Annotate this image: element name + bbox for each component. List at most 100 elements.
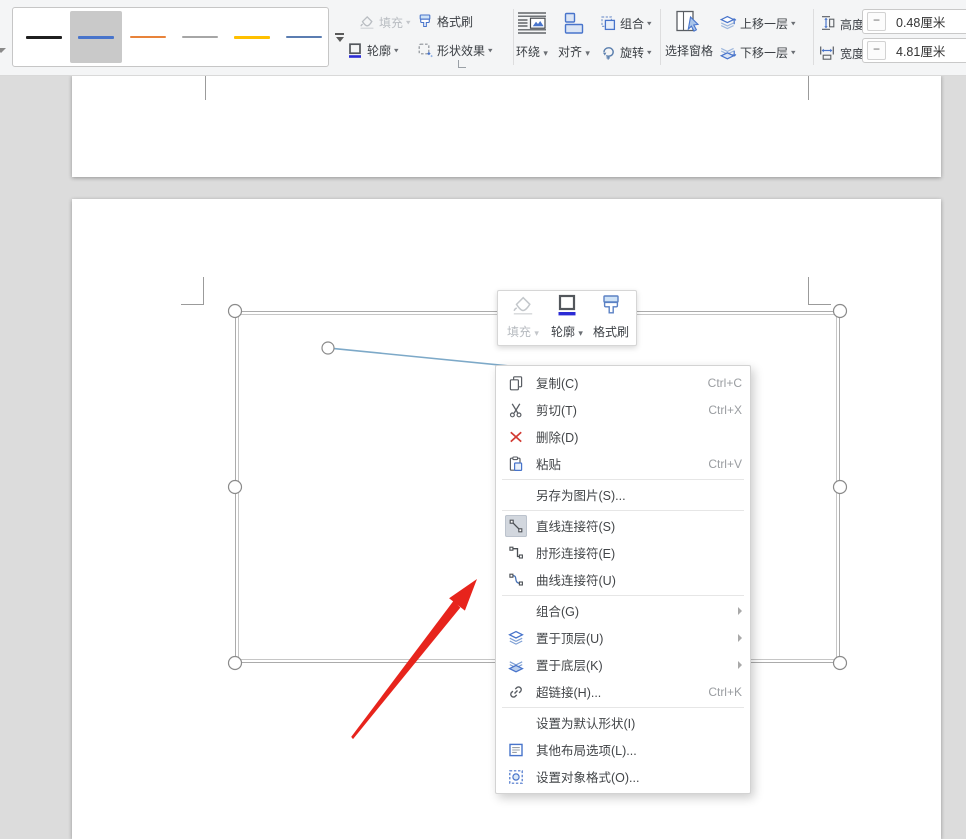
format-painter-icon	[598, 292, 624, 321]
send-to-back-icon	[505, 654, 527, 676]
line-style-steel[interactable]	[278, 11, 330, 63]
chevron-down-icon: ▾	[488, 46, 493, 55]
format-painter-icon	[416, 12, 434, 30]
menu-item-curved-connector[interactable]: 曲线连接符(U)	[496, 566, 750, 593]
cut-icon	[505, 399, 527, 421]
mini-outline-label: 轮廓	[551, 325, 575, 339]
wrap-button[interactable]: 环绕 ▾	[510, 10, 554, 60]
bring-forward-button[interactable]: 上移一层 ▾	[719, 14, 796, 32]
menu-item-label: 超链接(H)...	[536, 682, 696, 701]
menu-item-label: 置于底层(K)	[536, 655, 730, 674]
menu-item-label: 粘贴	[536, 454, 696, 473]
delete-icon	[505, 426, 527, 448]
margin-mark	[181, 304, 204, 305]
menu-item-label: 直线连接符(S)	[536, 516, 742, 535]
menu-item-hyperlink[interactable]: 超链接(H)...Ctrl+K	[496, 678, 750, 705]
dialog-launcher-icon[interactable]	[458, 60, 466, 68]
send-backward-label: 下移一层	[740, 44, 788, 61]
line-style-blue[interactable]	[70, 11, 122, 63]
submenu-arrow-icon	[738, 661, 742, 669]
width-value[interactable]: 4.81厘米	[896, 41, 945, 60]
mini-format-painter-button[interactable]: 格式刷	[589, 293, 633, 343]
menu-item-group[interactable]: 组合(G)	[496, 597, 750, 624]
chevron-down-icon: ▾	[406, 18, 411, 27]
ribbon-separator	[660, 9, 661, 65]
group-button[interactable]: 组合 ▾	[599, 14, 652, 32]
line-style-orange[interactable]	[122, 11, 174, 63]
menu-item-label: 组合(G)	[536, 601, 730, 620]
menu-item-more-layout-options[interactable]: 其他布局选项(L)...	[496, 736, 750, 763]
menu-item-copy[interactable]: 复制(C)Ctrl+C	[496, 369, 750, 396]
menu-icon-spacer	[505, 712, 527, 734]
mini-fill-button[interactable]: 填充 ▾	[501, 293, 545, 343]
rotate-button[interactable]: 旋转 ▾	[599, 43, 652, 61]
menu-separator	[502, 707, 744, 708]
menu-item-label: 另存为图片(S)...	[536, 485, 742, 504]
menu-item-format-object[interactable]: 设置对象格式(O)...	[496, 763, 750, 790]
menu-item-elbow-connector[interactable]: 肘形连接符(E)	[496, 539, 750, 566]
line-swatch-preview	[130, 36, 166, 38]
menu-item-bring-to-front[interactable]: 置于顶层(U)	[496, 624, 750, 651]
menu-item-set-default-shape[interactable]: 设置为默认形状(I)	[496, 709, 750, 736]
menu-icon-spacer	[505, 600, 527, 622]
width-decrement-button[interactable]: −	[867, 41, 886, 60]
format-painter-label: 格式刷	[437, 13, 473, 30]
margin-mark	[203, 277, 204, 304]
outline-icon	[554, 292, 580, 321]
line-style-swatches	[18, 11, 330, 63]
wrap-label: 环绕	[516, 45, 540, 59]
format-painter-button[interactable]: 格式刷	[416, 12, 473, 30]
group-label: 组合	[620, 15, 644, 32]
align-button[interactable]: 对齐 ▾	[552, 10, 596, 60]
menu-item-shortcut: Ctrl+V	[708, 457, 742, 471]
height-field-label: 高度:	[818, 14, 867, 35]
shape-effects-icon	[416, 41, 434, 59]
mini-outline-button[interactable]: 轮廓 ▾	[545, 293, 589, 343]
menu-item-save-as-picture[interactable]: 另存为图片(S)...	[496, 481, 750, 508]
selection-pane-icon	[674, 9, 704, 38]
height-decrement-button[interactable]: −	[867, 12, 886, 31]
send-backward-button[interactable]: 下移一层 ▾	[719, 43, 796, 61]
bring-forward-label: 上移一层	[740, 15, 788, 32]
mini-format-painter-label: 格式刷	[593, 323, 629, 340]
line-style-yellow[interactable]	[226, 11, 278, 63]
margin-mark	[205, 76, 206, 100]
line-swatch-preview	[26, 36, 62, 39]
menu-item-straight-connector[interactable]: 直线连接符(S)	[496, 512, 750, 539]
outline-icon	[346, 41, 364, 59]
line-style-gray[interactable]	[174, 11, 226, 63]
bring-forward-icon	[719, 14, 737, 32]
menu-item-label: 复制(C)	[536, 373, 696, 392]
margin-mark	[808, 277, 809, 304]
menu-item-paste[interactable]: 粘贴 Ctrl+V	[496, 450, 750, 477]
menu-item-cut[interactable]: 剪切(T)Ctrl+X	[496, 396, 750, 423]
menu-item-label: 肘形连接符(E)	[536, 543, 742, 562]
width-icon	[818, 43, 836, 64]
menu-item-send-to-back[interactable]: 置于底层(K)	[496, 651, 750, 678]
gallery-more-button[interactable]	[332, 28, 347, 47]
menu-item-label: 曲线连接符(U)	[536, 570, 742, 589]
menu-separator	[502, 595, 744, 596]
fill-button[interactable]: 填充 ▾	[358, 13, 411, 31]
document-page-1[interactable]	[72, 75, 941, 177]
line-swatch-preview	[234, 36, 270, 39]
fill-bucket-icon	[358, 13, 376, 31]
width-input[interactable]: − 4.81厘米	[862, 38, 966, 63]
text-wrap-icon	[517, 10, 547, 39]
height-value[interactable]: 0.48厘米	[896, 12, 945, 31]
line-style-gallery[interactable]	[12, 7, 329, 67]
selection-pane-button[interactable]: 选择窗格	[664, 9, 714, 59]
submenu-arrow-icon	[738, 607, 742, 615]
margin-mark	[808, 304, 831, 305]
menu-item-delete[interactable]: 删除(D)	[496, 423, 750, 450]
height-input[interactable]: − 0.48厘米	[862, 9, 966, 34]
bring-to-front-icon	[505, 627, 527, 649]
fill-bucket-icon	[510, 292, 536, 321]
ribbon-separator	[813, 9, 814, 65]
line-style-black[interactable]	[18, 11, 70, 63]
chevron-down-icon: ▾	[647, 48, 652, 57]
clipped-dropdown-icon[interactable]	[0, 48, 6, 53]
outline-button[interactable]: 轮廓 ▾	[346, 41, 399, 59]
rotate-label: 旋转	[620, 44, 644, 61]
shape-effects-button[interactable]: 形状效果 ▾	[416, 41, 493, 59]
